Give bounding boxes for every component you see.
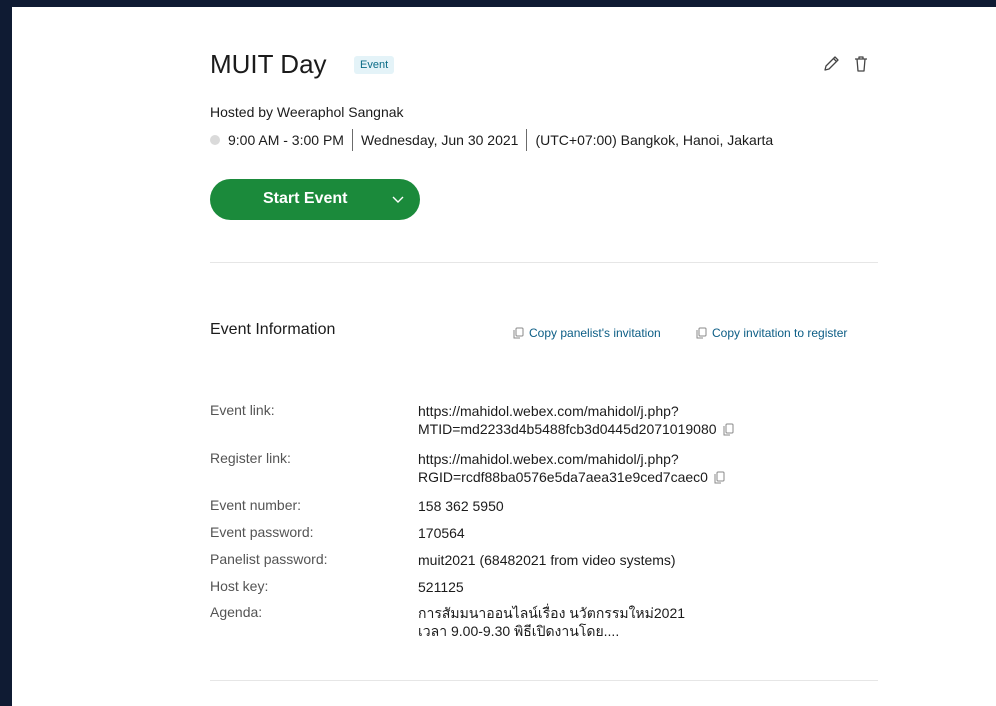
event-timezone: (UTC+07:00) Bangkok, Hanoi, Jakarta	[535, 132, 774, 148]
copy-register-invitation-link[interactable]: Copy invitation to register	[696, 326, 847, 340]
info-label: Event number:	[210, 497, 302, 513]
copy-panelist-invitation-link[interactable]: Copy panelist's invitation	[513, 326, 661, 340]
copy-icon[interactable]	[723, 423, 734, 436]
event-header: MUIT Day Event	[210, 49, 878, 85]
event-title: MUIT Day	[210, 49, 327, 79]
event-password-value: 170564	[418, 525, 465, 541]
copy-register-label: Copy invitation to register	[712, 326, 848, 340]
register-link-value[interactable]: https://mahidol.webex.com/mahidol/j.php?…	[418, 450, 858, 486]
app-frame: MUIT Day Event Hosted by Weeraphol Sangn…	[12, 7, 996, 706]
info-label: Event password:	[210, 524, 314, 540]
info-label: Register link:	[210, 450, 291, 466]
copy-icon[interactable]	[714, 471, 725, 484]
info-label: Event link:	[210, 402, 275, 418]
host-key-value: 521125	[418, 579, 464, 595]
trash-icon[interactable]	[850, 53, 872, 75]
event-time: 9:00 AM - 3:00 PM	[228, 132, 344, 148]
event-number-value: 158 362 5950	[418, 498, 504, 514]
panelist-password-value: muit2021 (68482021 from video systems)	[418, 552, 676, 568]
divider	[351, 129, 353, 151]
info-label: Agenda:	[210, 604, 263, 620]
divider	[526, 129, 528, 151]
status-dot-icon	[210, 135, 220, 145]
section-title: Event Information	[210, 321, 336, 338]
divider	[210, 680, 878, 681]
chevron-down-icon[interactable]	[390, 191, 406, 207]
event-schedule: 9:00 AM - 3:00 PM Wednesday, Jun 30 2021…	[210, 128, 773, 152]
copy-panelist-label: Copy panelist's invitation	[529, 326, 661, 340]
event-date: Wednesday, Jun 30 2021	[360, 132, 519, 148]
pencil-icon[interactable]	[820, 53, 842, 75]
info-label: Panelist password:	[210, 551, 328, 567]
start-event-button[interactable]: Start Event	[210, 179, 420, 220]
agenda-value: การสัมมนาออนไลน์เรื่อง นวัตกรรมใหม่2021 …	[418, 605, 686, 639]
copy-icon	[513, 327, 524, 339]
event-type-badge: Event	[354, 56, 395, 74]
divider	[210, 262, 878, 263]
host-name: Hosted by Weeraphol Sangnak	[210, 104, 404, 120]
copy-icon	[696, 327, 707, 339]
event-link-value[interactable]: https://mahidol.webex.com/mahidol/j.php?…	[418, 402, 858, 438]
info-label: Host key:	[210, 578, 269, 594]
start-event-label: Start Event	[263, 190, 348, 207]
